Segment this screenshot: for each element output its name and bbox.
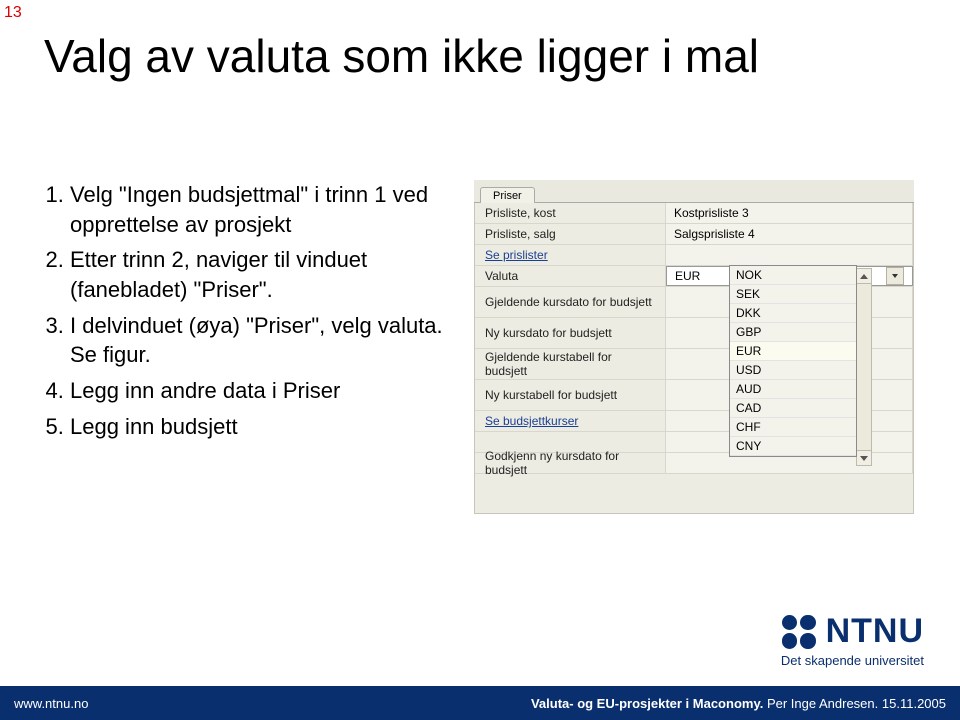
valuta-dropdown-list[interactable]: NOKSEKDKKGBPEURUSDAUDCADCHFCNY <box>729 265 857 457</box>
dropdown-option[interactable]: NOK <box>730 266 856 285</box>
form-label: Gjeldende kurstabell for budsjett <box>475 349 666 379</box>
bullet-item: Legg inn budsjett <box>70 412 474 442</box>
ntnu-logo-icon <box>782 615 816 649</box>
form-label: Ny kurstabell for budsjett <box>475 380 666 410</box>
dropdown-option[interactable]: USD <box>730 361 856 380</box>
form-label: Prisliste, salg <box>475 224 666 244</box>
chevron-down-icon <box>892 274 898 278</box>
form-label: Valuta <box>475 266 666 286</box>
bullet-list: Velg "Ingen budsjettmal" i trinn 1 ved o… <box>44 180 474 448</box>
ntnu-logo-block: NTNU Det skapende universitet <box>781 612 924 668</box>
form-label: Gjeldende kursdato for budsjett <box>475 287 666 317</box>
dropdown-option[interactable]: CAD <box>730 399 856 418</box>
dropdown-option[interactable]: GBP <box>730 323 856 342</box>
form-value: Salgsprisliste 4 <box>666 224 913 244</box>
dropdown-option[interactable]: CHF <box>730 418 856 437</box>
chevron-up-icon <box>860 274 868 279</box>
tab-priser[interactable]: Priser <box>480 187 535 203</box>
bullet-item: Etter trinn 2, naviger til vinduet (fane… <box>70 245 474 304</box>
form-value <box>666 245 913 265</box>
form-label: Prisliste, kost <box>475 203 666 223</box>
bullet-item: I delvinduet (øya) "Priser", velg valuta… <box>70 311 474 370</box>
scroll-up-button[interactable] <box>857 269 871 284</box>
dropdown-toggle-button[interactable] <box>886 267 904 285</box>
tab-strip: Priser <box>474 180 914 203</box>
form-label: Ny kursdato for budsjett <box>475 318 666 348</box>
slide-title: Valg av valuta som ikke ligger i mal <box>44 30 916 83</box>
bullet-item: Velg "Ingen budsjettmal" i trinn 1 ved o… <box>70 180 474 239</box>
content-row: Velg "Ingen budsjettmal" i trinn 1 ved o… <box>44 180 960 514</box>
scroll-down-button[interactable] <box>857 450 871 465</box>
chevron-down-icon <box>860 456 868 461</box>
bullet-item: Legg inn andre data i Priser <box>70 376 474 406</box>
app-screenshot: Priser Prisliste, kostKostprisliste 3Pri… <box>474 180 914 514</box>
form-row: Se prislister <box>475 245 913 266</box>
dropdown-option[interactable]: EUR <box>730 342 856 361</box>
footer-meta: Valuta- og EU-prosjekter i Maconomy. Per… <box>531 696 946 711</box>
form-value-text: EUR <box>675 269 700 283</box>
ntnu-tagline: Det skapende universitet <box>781 653 924 668</box>
dropdown-option[interactable]: CNY <box>730 437 856 456</box>
form-label-link[interactable]: Se prislister <box>485 248 548 262</box>
footer-url: www.ntnu.no <box>14 696 88 711</box>
form-label[interactable]: Se prislister <box>475 245 666 265</box>
form-row: Prisliste, salg Salgsprisliste 4 <box>475 224 913 245</box>
dropdown-option[interactable]: AUD <box>730 380 856 399</box>
footer-presentation: Valuta- og EU-prosjekter i Maconomy. <box>531 696 763 711</box>
page-number: 13 <box>4 4 22 22</box>
form-value-text: Kostprisliste 3 <box>674 206 749 220</box>
footer-date: 15.11.2005 <box>882 696 946 711</box>
form-value: Kostprisliste 3 <box>666 203 913 223</box>
form-row: Prisliste, kost Kostprisliste 3 <box>475 203 913 224</box>
dropdown-option[interactable]: SEK <box>730 285 856 304</box>
form-label[interactable]: Se budsjettkurser <box>475 411 666 431</box>
form-label-link[interactable]: Se budsjettkurser <box>485 414 578 428</box>
footer-bar: www.ntnu.no Valuta- og EU-prosjekter i M… <box>0 686 960 720</box>
form-value-text: Salgsprisliste 4 <box>674 227 755 241</box>
footer-author: Per Inge Andresen. <box>767 696 878 711</box>
form-label: Godkjenn ny kursdato for budsjett <box>475 453 666 473</box>
ntnu-logo-text: NTNU <box>826 612 924 651</box>
dropdown-scrollbar[interactable] <box>856 268 872 466</box>
dropdown-option[interactable]: DKK <box>730 304 856 323</box>
